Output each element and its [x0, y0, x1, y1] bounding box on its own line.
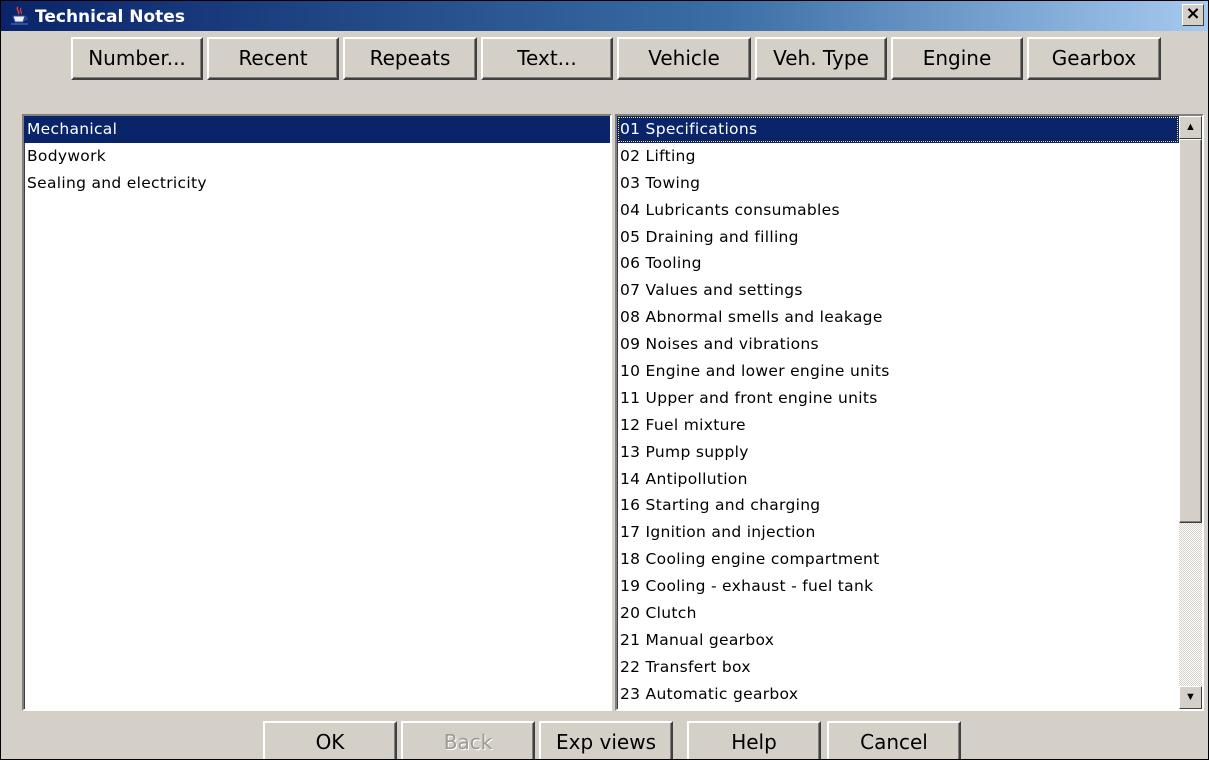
list-item[interactable]: 01 Specifications — [617, 116, 1179, 143]
section-list[interactable]: 01 Specifications 02 Lifting 03 Towing 0… — [615, 114, 1204, 711]
list-item[interactable]: 17 Ignition and injection — [617, 519, 1179, 546]
list-item[interactable]: 09 Noises and vibrations — [617, 331, 1179, 358]
list-item[interactable]: 07 Values and settings — [617, 277, 1179, 304]
back-button: Back — [401, 721, 535, 759]
repeats-button[interactable]: Repeats — [343, 37, 477, 80]
list-item[interactable]: 18 Cooling engine compartment — [617, 546, 1179, 573]
close-button[interactable]: × — [1182, 4, 1204, 26]
up-arrow-icon: ▲ — [1185, 121, 1196, 133]
list-item[interactable]: 21 Manual gearbox — [617, 627, 1179, 654]
category-list[interactable]: Mechanical Bodywork Sealing and electric… — [22, 114, 612, 711]
list-item[interactable]: 13 Pump supply — [617, 439, 1179, 466]
list-item[interactable]: 04 Lubricants consumables — [617, 197, 1179, 224]
list-item-bodywork[interactable]: Bodywork — [24, 143, 610, 170]
section-list-items: 01 Specifications 02 Lifting 03 Towing 0… — [617, 116, 1179, 708]
scroll-thumb[interactable] — [1179, 139, 1202, 523]
list-item-mechanical[interactable]: Mechanical — [24, 116, 610, 143]
vertical-scrollbar[interactable]: ▲ ▼ — [1179, 116, 1202, 709]
list-item[interactable]: 22 Transfert box — [617, 654, 1179, 681]
list-item[interactable]: 11 Upper and front engine units — [617, 385, 1179, 412]
list-item[interactable]: 03 Towing — [617, 170, 1179, 197]
technical-notes-dialog: Technical Notes × Number... Recent Repea… — [0, 0, 1209, 760]
list-item[interactable]: 08 Abnormal smells and leakage — [617, 304, 1179, 331]
list-item[interactable]: 19 Cooling - exhaust - fuel tank — [617, 573, 1179, 600]
list-item[interactable]: 06 Tooling — [617, 250, 1179, 277]
list-item-sealing-electricity[interactable]: Sealing and electricity — [24, 170, 610, 197]
text-search-button[interactable]: Text... — [481, 37, 613, 80]
list-item[interactable]: 12 Fuel mixture — [617, 412, 1179, 439]
list-item[interactable]: 20 Clutch — [617, 600, 1179, 627]
list-item[interactable]: 05 Draining and filling — [617, 224, 1179, 251]
vehicle-button[interactable]: Vehicle — [617, 37, 751, 80]
close-icon: × — [1185, 3, 1201, 24]
list-item[interactable]: 10 Engine and lower engine units — [617, 358, 1179, 385]
exp-views-button[interactable]: Exp views — [539, 721, 673, 759]
gearbox-button[interactable]: Gearbox — [1027, 37, 1161, 80]
recent-button[interactable]: Recent — [207, 37, 339, 80]
ok-button[interactable]: OK — [263, 721, 397, 759]
list-item[interactable]: 23 Automatic gearbox — [617, 681, 1179, 708]
engine-button[interactable]: Engine — [891, 37, 1023, 80]
scroll-down-button[interactable]: ▼ — [1179, 686, 1202, 709]
down-arrow-icon: ▼ — [1185, 691, 1196, 703]
list-item[interactable]: 02 Lifting — [617, 143, 1179, 170]
cancel-button[interactable]: Cancel — [827, 721, 961, 759]
java-coffee-cup-icon — [11, 6, 28, 25]
list-item[interactable]: 16 Starting and charging — [617, 492, 1179, 519]
help-button[interactable]: Help — [687, 721, 821, 759]
window-title: Technical Notes — [35, 7, 185, 27]
scroll-up-button[interactable]: ▲ — [1179, 116, 1202, 139]
vehicle-type-button[interactable]: Veh. Type — [755, 37, 887, 80]
title-bar[interactable]: Technical Notes × — [1, 1, 1208, 31]
number-button[interactable]: Number... — [71, 37, 203, 80]
list-item[interactable]: 14 Antipollution — [617, 466, 1179, 493]
